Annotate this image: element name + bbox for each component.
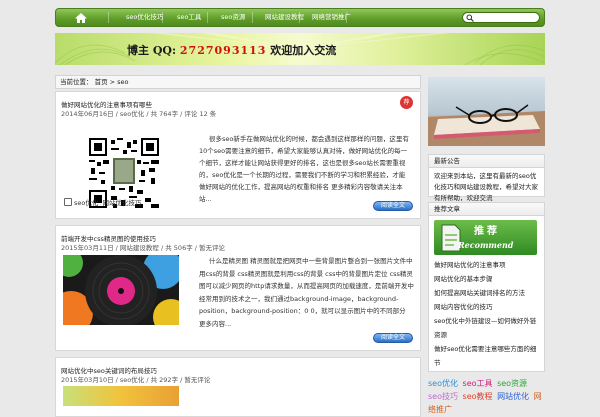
post-card: 前端开发中css精灵图的使用技巧 2015年03月11日 / 网站建设教程 / … xyxy=(55,225,421,351)
tag-link[interactable]: 网站优化技巧 xyxy=(103,199,142,207)
tag-cloud: seo优化 seo工具 seo资源 seo技巧 seo教程 网站优化 网络推广 xyxy=(428,377,545,416)
list-item[interactable]: seo优化中外链建设—如何做好外链资源 xyxy=(434,314,539,342)
recommend-english: Recommend xyxy=(458,240,514,250)
list-item[interactable]: 做好网站优化的注意事项 xyxy=(434,258,539,272)
post-tags: seo优化 网站优化技巧 xyxy=(64,197,142,207)
post-excerpt: 什么是精灵图 精灵图就是把网页中一些背景图片整合到一张图片文件中 用css的背景… xyxy=(199,257,414,328)
banner-qq-label: 博主 QQ: xyxy=(127,44,177,57)
banner-contact-text: 博主 QQ: 2727093113 欢迎加入交流 xyxy=(127,42,336,58)
tag-link[interactable]: seo优化 xyxy=(74,199,98,207)
tag-cloud-item[interactable]: seo资源 xyxy=(497,379,527,388)
tag-cloud-item[interactable]: seo工具 xyxy=(463,379,493,388)
nav-item-seo-tools[interactable]: seo工具 xyxy=(177,9,201,26)
post-excerpt: 很多seo新手在做网站优化的时候，都会遇到这样那样的问题，这里有10个seo需要… xyxy=(199,135,409,203)
header-banner: 博主 QQ: 2727093113 欢迎加入交流 xyxy=(55,33,545,65)
home-icon[interactable] xyxy=(74,12,88,24)
main-column: 当前位置： 首页 > seo 做好网站优化的注意事项有哪些 2014年06月16… xyxy=(55,75,421,417)
list-item[interactable]: 做好seo优化需要注意哪些方面的细节 xyxy=(434,342,539,370)
nav-item-seo-resources[interactable]: seo资源 xyxy=(221,9,245,26)
post-meta: 2015年03月11日 / 网站建设教程 / 共 506字 / 暂无评论 xyxy=(61,244,226,252)
post-card: 网站优化中seo关键词的布局技巧 2015年03月10日 / seo优化 / 共… xyxy=(55,357,421,417)
recommend-list: 做好网站优化的注意事项 网站优化的基本步骤 如何提高网站关键词排名的方法 网站内… xyxy=(429,255,544,373)
post-thumbnail-vinyl-image xyxy=(63,255,179,325)
nav-separator xyxy=(108,12,109,23)
nav-item-seo-tips[interactable]: seo优化技巧 xyxy=(126,9,163,26)
nav-separator xyxy=(252,12,253,23)
post-meta: 2015年03月10日 / seo优化 / 共 292字 / 暂无评论 xyxy=(61,376,211,384)
recommend-badge: 荐 xyxy=(400,96,413,109)
search-icon[interactable] xyxy=(466,14,474,22)
nav-separator xyxy=(207,12,208,23)
nav-separator xyxy=(346,12,347,23)
list-item[interactable]: 网站内容优化的技巧 xyxy=(434,300,539,314)
announcement-widget: 最新公告 欢迎来到本站，这里有最新的seo优化技巧和网站建设教程，希望对大家有所… xyxy=(428,154,545,202)
banner-welcome-text: 欢迎加入交流 xyxy=(270,44,337,57)
recommend-word: 推荐 xyxy=(474,226,500,237)
recommend-widget: 推荐文章 推荐 Recommend 做好网站优化的注意事项 网站优化的基本步骤 … xyxy=(428,202,545,372)
recommend-banner-image: 推荐 Recommend xyxy=(434,220,537,255)
list-item[interactable]: 如何提高网站关键词排名的方法 xyxy=(434,286,539,300)
widget-title: 推荐文章 xyxy=(429,203,544,216)
top-nav: seo优化技巧 seo工具 seo资源 网站建设教程 网络营销推广 xyxy=(55,8,545,27)
banner-qq-number: 2727093113 xyxy=(179,44,267,57)
tag-icon xyxy=(64,198,72,206)
sidebar-photo-glasses-book xyxy=(428,77,545,146)
glasses-book-illustration xyxy=(428,104,545,146)
nav-separator xyxy=(299,12,300,23)
read-more-button[interactable]: 阅读全文 xyxy=(373,333,413,343)
nav-separator xyxy=(162,12,163,23)
list-item[interactable]: 网站优化的基本步骤 xyxy=(434,272,539,286)
widget-title: 最新公告 xyxy=(429,155,544,168)
read-more-button[interactable]: 阅读全文 xyxy=(373,201,413,211)
breadcrumb: 当前位置： 首页 > seo xyxy=(55,75,421,89)
tag-cloud-item[interactable]: seo优化 xyxy=(428,379,458,388)
post-meta: 2014年06月16日 / seo优化 / 共 764字 / 评论 12 条 xyxy=(61,110,217,118)
post-card: 做好网站优化的注意事项有哪些 2014年06月16日 / seo优化 / 共 7… xyxy=(55,91,421,219)
search-input[interactable] xyxy=(462,12,540,23)
post-thumbnail-image xyxy=(63,386,179,406)
